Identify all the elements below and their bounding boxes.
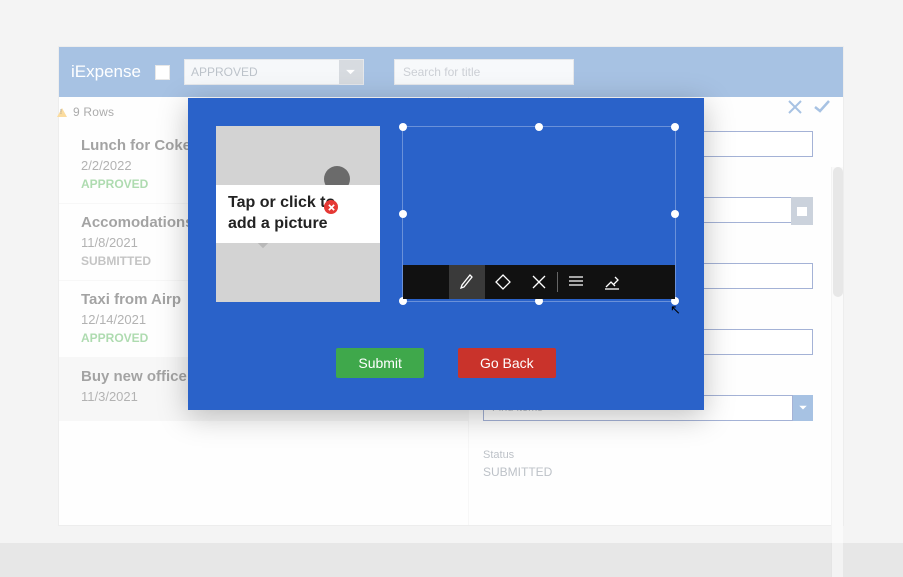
sign-icon[interactable] bbox=[594, 265, 630, 299]
resize-handle[interactable] bbox=[671, 123, 679, 131]
search-input[interactable]: Search for title bbox=[394, 59, 574, 85]
status-label: Status bbox=[483, 449, 813, 461]
confirm-icon[interactable] bbox=[813, 99, 831, 120]
resize-handle[interactable] bbox=[399, 123, 407, 131]
eraser-icon[interactable] bbox=[485, 265, 521, 299]
filter-checkbox[interactable] bbox=[155, 65, 170, 80]
drawing-toolbar bbox=[403, 265, 675, 299]
mouse-cursor-icon: ↖ bbox=[670, 302, 681, 318]
status-filter-value: APPROVED bbox=[191, 65, 258, 79]
delete-badge-icon[interactable] bbox=[324, 200, 338, 214]
resize-handle[interactable] bbox=[535, 123, 543, 131]
submit-button[interactable]: Submit bbox=[336, 348, 424, 378]
resize-handle[interactable] bbox=[671, 210, 679, 218]
picture-dropzone[interactable]: Tap or click to add a picture bbox=[216, 126, 380, 302]
app-title: iExpense bbox=[71, 62, 141, 82]
close-icon[interactable] bbox=[787, 99, 803, 120]
drawing-canvas[interactable] bbox=[402, 126, 676, 302]
pen-icon[interactable] bbox=[449, 265, 485, 299]
status-value: SUBMITTED bbox=[483, 465, 813, 479]
picture-label: Tap or click to add a picture bbox=[216, 185, 380, 243]
chevron-down-icon bbox=[793, 395, 813, 421]
goback-button[interactable]: Go Back bbox=[458, 348, 556, 378]
status-filter-select[interactable]: APPROVED bbox=[184, 59, 364, 85]
chevron-down-icon bbox=[339, 60, 363, 84]
rows-count: 9 Rows bbox=[73, 105, 114, 119]
warning-icon bbox=[57, 108, 67, 117]
resize-handle[interactable] bbox=[399, 210, 407, 218]
clear-icon[interactable] bbox=[521, 265, 557, 299]
picture-modal: Tap or click to add a picture Submit Go … bbox=[188, 98, 704, 410]
vertical-scrollbar[interactable] bbox=[831, 167, 843, 577]
search-placeholder: Search for title bbox=[403, 65, 480, 79]
top-actions bbox=[787, 99, 831, 120]
scrollbar-thumb[interactable] bbox=[833, 167, 843, 297]
header: iExpense APPROVED Search for title bbox=[59, 47, 843, 97]
calendar-icon[interactable] bbox=[791, 197, 813, 225]
lines-icon[interactable] bbox=[558, 265, 594, 299]
